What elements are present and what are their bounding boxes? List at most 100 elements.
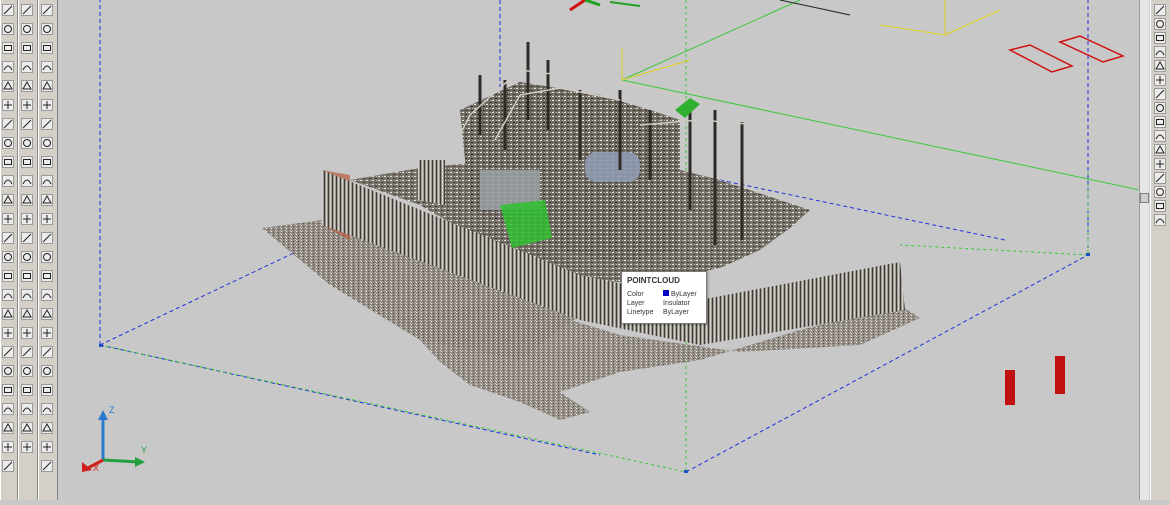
camera-button[interactable] [1154, 74, 1166, 86]
mirror-button[interactable] [21, 42, 33, 54]
construction-line-button[interactable] [2, 384, 14, 396]
walk-icon [1156, 160, 1164, 168]
fly-button[interactable] [1154, 60, 1166, 72]
mirror-button[interactable] [41, 42, 53, 54]
steering-wheel-button[interactable] [1154, 102, 1166, 114]
offset-button[interactable] [21, 61, 33, 73]
gradient-button[interactable] [2, 289, 14, 301]
scale-button[interactable] [21, 137, 33, 149]
fillet-button[interactable] [41, 270, 53, 282]
revision-cloud-button[interactable] [21, 441, 33, 453]
stretch-button[interactable] [21, 156, 33, 168]
copy-button[interactable] [41, 327, 53, 339]
rotate-button[interactable] [21, 118, 33, 130]
fly-icon [1155, 173, 1165, 183]
make-block-button[interactable] [2, 232, 14, 244]
offset-button[interactable] [41, 61, 53, 73]
polygon-button[interactable] [2, 61, 14, 73]
ellipse-button[interactable] [2, 175, 14, 187]
break-button[interactable] [41, 213, 53, 225]
rotate-button[interactable] [41, 422, 53, 434]
ellipse-arc-button[interactable] [2, 194, 14, 206]
erase-button[interactable] [21, 4, 33, 16]
line-button[interactable] [2, 4, 14, 16]
rectangle-button[interactable] [2, 80, 14, 92]
construction-line-button[interactable] [21, 327, 33, 339]
rectangle-button[interactable] [2, 441, 14, 453]
scrollbar-thumb[interactable] [1140, 193, 1149, 203]
model-viewport[interactable]: Z Y X POINTCLOUD Color ByLayer Layer Ins… [58, 0, 1141, 500]
move-button[interactable] [41, 99, 53, 111]
move-button[interactable] [21, 99, 33, 111]
circle-button[interactable] [21, 422, 33, 434]
chamfer-button[interactable] [41, 251, 53, 263]
array-button[interactable] [41, 80, 53, 92]
walk-button[interactable] [1154, 158, 1166, 170]
move-button[interactable] [41, 403, 53, 415]
scale-button[interactable] [41, 441, 53, 453]
insert-block-button[interactable] [2, 213, 14, 225]
fillet-button[interactable] [21, 270, 33, 282]
vertical-scrollbar[interactable] [1139, 0, 1149, 500]
extend-button[interactable] [41, 194, 53, 206]
orbit-button[interactable] [1154, 32, 1166, 44]
stretch-button[interactable] [41, 156, 53, 168]
join-button[interactable] [41, 232, 53, 244]
arc-button[interactable] [21, 403, 33, 415]
explode-button[interactable] [41, 289, 53, 301]
arc-button[interactable] [2, 460, 14, 472]
copy-button[interactable] [21, 23, 33, 35]
scale-button[interactable] [41, 137, 53, 149]
polyline-button[interactable] [2, 403, 14, 415]
zoom-button[interactable] [1154, 18, 1166, 30]
pan-button[interactable] [1154, 116, 1166, 128]
rectangle-button[interactable] [21, 384, 33, 396]
mirror-button[interactable] [41, 346, 53, 358]
offset-button[interactable] [41, 365, 53, 377]
revision-cloud-button[interactable] [2, 137, 14, 149]
spline-button[interactable] [2, 156, 14, 168]
array-button[interactable] [41, 384, 53, 396]
rotate-button[interactable] [41, 118, 53, 130]
point-button[interactable] [2, 251, 14, 263]
hatch-button[interactable] [2, 270, 14, 282]
multiline-text-button[interactable] [2, 346, 14, 358]
point-cloud[interactable] [262, 42, 920, 420]
join-button[interactable] [21, 232, 33, 244]
ucs-y-label: Y [141, 445, 147, 455]
zoom-button[interactable] [1154, 130, 1166, 142]
viewport-canvas[interactable]: Z Y X [58, 0, 1141, 500]
line-button[interactable] [2, 365, 14, 377]
erase-icon [42, 5, 52, 15]
view-cube-button[interactable] [1154, 88, 1166, 100]
walk-button[interactable] [1154, 46, 1166, 58]
array-button[interactable] [21, 80, 33, 92]
pan-button[interactable] [1154, 4, 1166, 16]
steering-wheel-button[interactable] [1154, 214, 1166, 226]
break-button[interactable] [21, 213, 33, 225]
chamfer-button[interactable] [21, 251, 33, 263]
region-button[interactable] [2, 308, 14, 320]
orbit-button[interactable] [1154, 144, 1166, 156]
table-button[interactable] [2, 327, 14, 339]
arc-button[interactable] [2, 99, 14, 111]
polyline-button[interactable] [21, 346, 33, 358]
polyline-button[interactable] [2, 42, 14, 54]
polyline-icon [3, 407, 13, 413]
circle-button[interactable] [2, 118, 14, 130]
explode-button[interactable] [21, 289, 33, 301]
copy-button[interactable] [41, 23, 53, 35]
view-cube-button[interactable] [1154, 200, 1166, 212]
construction-line-button[interactable] [2, 23, 14, 35]
trim-button[interactable] [21, 175, 33, 187]
fly-button[interactable] [1154, 172, 1166, 184]
erase-button[interactable] [41, 308, 53, 320]
polygon-button[interactable] [21, 365, 33, 377]
polygon-button[interactable] [2, 422, 14, 434]
stretch-button[interactable] [41, 460, 53, 472]
trim-button[interactable] [41, 175, 53, 187]
line-button[interactable] [21, 308, 33, 320]
camera-button[interactable] [1154, 186, 1166, 198]
erase-button[interactable] [41, 4, 53, 16]
extend-button[interactable] [21, 194, 33, 206]
